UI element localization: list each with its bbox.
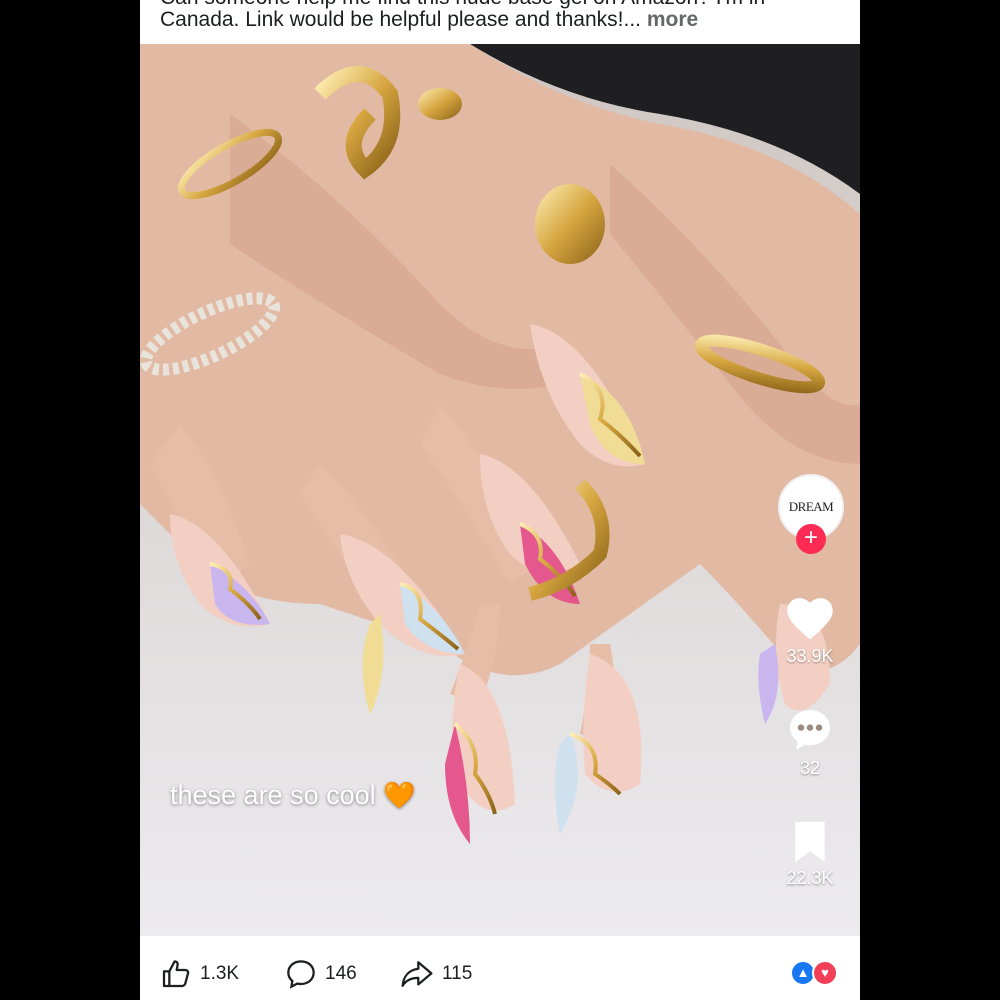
tiktok-comment[interactable]: 32	[760, 706, 860, 779]
follow-button[interactable]: +	[796, 524, 826, 554]
comment-button[interactable]: 146	[285, 958, 357, 990]
comment-bubble-icon	[287, 960, 315, 989]
bookmark-icon	[795, 821, 825, 863]
post-caption: Can someone help me find this nude base …	[140, 0, 860, 44]
overlay-caption: these are so cool	[170, 780, 376, 810]
post-action-bar: 1.3K 146 115 ▲ ♥	[140, 946, 860, 1000]
share-arrow-icon	[401, 961, 433, 987]
reaction-summary[interactable]: ▲ ♥	[790, 960, 842, 988]
caption-line: Canada. Link would be helpful please and…	[160, 8, 698, 32]
love-reaction-icon: ♥	[812, 960, 838, 986]
thumbs-up-icon	[162, 960, 190, 988]
tiktok-like-count: 33.9K	[786, 646, 834, 666]
tiktok-save[interactable]: 22.3K	[760, 820, 860, 889]
tiktok-like[interactable]: 33.9K	[760, 594, 860, 667]
tiktok-save-count: 22.3K	[786, 868, 834, 888]
facebook-post: Can someone help me find this nude base …	[140, 0, 860, 1000]
video-player[interactable]: these are so cool 🧡 DREAM + 33.9K 32 22.…	[140, 44, 860, 936]
tiktok-comment-count: 32	[799, 758, 821, 778]
orange-heart-emoji: 🧡	[383, 780, 416, 810]
share-count: 115	[442, 963, 473, 984]
see-more-link[interactable]: more	[647, 8, 698, 31]
comment-dots-icon	[790, 710, 830, 750]
heart-icon	[787, 598, 833, 640]
caption-text: Canada. Link would be helpful please and…	[160, 8, 642, 31]
comment-count: 146	[325, 963, 357, 984]
share-button[interactable]: 115	[400, 958, 472, 990]
like-button[interactable]: 1.3K	[160, 958, 239, 990]
video-overlay-text: these are so cool 🧡	[170, 780, 416, 811]
like-count: 1.3K	[200, 963, 240, 984]
